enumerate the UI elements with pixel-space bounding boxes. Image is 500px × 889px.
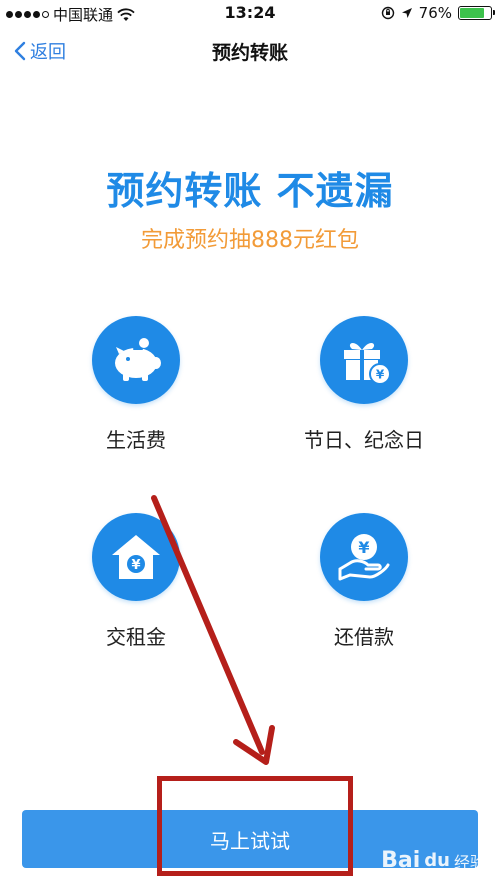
page-title: 预约转账 — [211, 42, 288, 64]
option-pay-rent[interactable]: ¥ 交租金 — [46, 513, 226, 650]
watermark-text: Bai — [381, 848, 421, 873]
option-holidays[interactable]: ¥ 节日、纪念日 — [274, 316, 454, 453]
option-label: 节日、纪念日 — [304, 428, 424, 452]
baidu-watermark: Bai du 经验 — [381, 848, 486, 873]
nav-bar: 返回 预约转账 — [0, 26, 500, 76]
battery-percent: 76% — [418, 4, 452, 22]
option-label: 还借款 — [334, 625, 394, 649]
house-icon: ¥ — [112, 535, 160, 579]
watermark-sub: 经验 — [453, 852, 486, 872]
svg-text:¥: ¥ — [376, 368, 385, 382]
orientation-lock-icon — [381, 6, 394, 20]
option-repay-loan[interactable]: ¥ 还借款 — [274, 513, 454, 650]
hero-headline: 预约转账 不遗漏 — [106, 169, 394, 213]
location-arrow-icon — [401, 8, 412, 18]
option-living-expenses[interactable]: 生活费 — [46, 316, 226, 453]
option-label: 交租金 — [106, 625, 166, 649]
coin-hand-icon: ¥ — [338, 534, 390, 581]
option-icon-circle: ¥ — [92, 513, 180, 601]
gift-icon: ¥ — [344, 342, 391, 385]
piggy-bank-icon — [115, 338, 161, 381]
status-bar: 中国联通 13:24 76% — [0, 0, 500, 26]
annotation-highlight-box — [157, 776, 353, 876]
option-icon-circle: ¥ — [320, 513, 408, 601]
svg-text:¥: ¥ — [358, 538, 369, 557]
status-right: 76% — [381, 4, 495, 22]
paw-icon: du — [424, 850, 450, 871]
hero-subline: 完成预约抽888元红包 — [141, 228, 359, 253]
option-icon-circle: ¥ — [320, 316, 408, 404]
battery-icon — [458, 6, 495, 20]
option-label: 生活费 — [106, 428, 166, 452]
option-icon-circle — [92, 316, 180, 404]
svg-text:¥: ¥ — [131, 558, 140, 573]
